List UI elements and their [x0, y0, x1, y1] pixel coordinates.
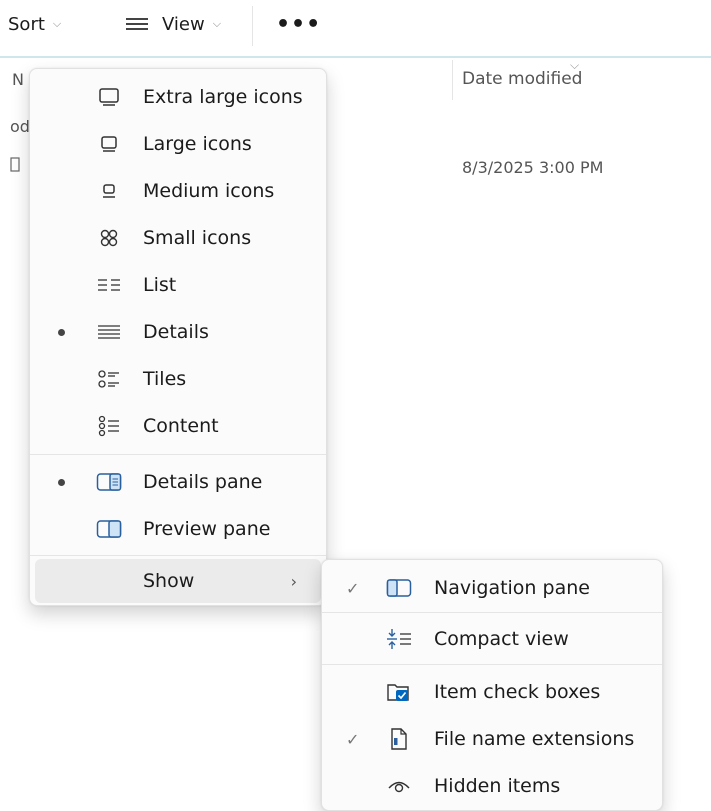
chevron-down-icon: ⌵	[212, 17, 222, 30]
menu-separator	[30, 454, 326, 455]
menu-item-extra-large-icons[interactable]: Extra large icons	[30, 75, 326, 119]
file-icon	[10, 157, 20, 173]
menu-item-label: List	[143, 274, 177, 296]
menu-item-preview-pane[interactable]: Preview pane	[30, 507, 326, 551]
menu-item-file-name-extensions[interactable]: ✓ File name extensions	[322, 717, 662, 761]
view-button[interactable]: View ⌵	[126, 8, 221, 40]
row-name-fragment: od	[10, 117, 30, 136]
menu-item-label: Item check boxes	[434, 681, 601, 703]
name-column-fragment: N	[12, 70, 24, 89]
menu-item-label: Hidden items	[434, 775, 561, 797]
tiles-icon	[96, 366, 122, 392]
view-menu: Extra large icons Large icons Medium ico…	[29, 68, 327, 606]
more-options-button[interactable]: •••	[276, 8, 321, 40]
selected-bullet-icon	[58, 478, 65, 486]
menu-item-label: Show	[143, 570, 195, 592]
menu-item-large-icons[interactable]: Large icons	[30, 122, 326, 166]
monitor-m-icon	[96, 178, 122, 204]
menu-item-label: Navigation pane	[434, 577, 590, 599]
menu-item-label: Large icons	[143, 133, 252, 155]
menu-item-label: Small icons	[143, 227, 252, 249]
menu-item-details[interactable]: Details	[30, 310, 326, 354]
more-icon: •••	[276, 11, 322, 37]
preview-pane-icon	[96, 516, 122, 542]
menu-item-show[interactable]: Show ›	[35, 559, 321, 603]
item-checkbox-icon	[386, 679, 412, 705]
checkmark-icon: ✓	[346, 578, 360, 598]
date-modified-column-header[interactable]: Date modified	[462, 69, 582, 89]
selected-bullet-icon	[58, 328, 65, 336]
menu-item-hidden-items[interactable]: Hidden items	[322, 764, 662, 808]
menu-item-label: Tiles	[143, 368, 187, 390]
view-details-icon	[126, 17, 148, 31]
toolbar-divider	[252, 6, 253, 46]
list-columns-icon	[96, 272, 122, 298]
menu-item-label: Details	[143, 321, 209, 343]
menu-item-tiles[interactable]: Tiles	[30, 357, 326, 401]
details-lines-icon	[96, 319, 122, 345]
menu-separator	[322, 664, 662, 665]
menu-item-content[interactable]: Content	[30, 404, 326, 448]
menu-item-navigation-pane[interactable]: ✓ Navigation pane	[322, 566, 662, 610]
content-icon	[96, 413, 122, 439]
show-submenu: ✓ Navigation pane Compact view Item chec…	[321, 559, 663, 811]
file-extension-icon	[386, 726, 412, 752]
compact-view-icon	[386, 626, 412, 652]
menu-item-label: File name extensions	[434, 728, 635, 750]
menu-separator	[322, 612, 662, 613]
row-date-modified: 8/3/2025 3:00 PM	[462, 158, 604, 177]
menu-item-details-pane[interactable]: Details pane	[30, 460, 326, 504]
menu-item-label: Extra large icons	[143, 86, 303, 108]
menu-item-list[interactable]: List	[30, 263, 326, 307]
command-bar: Sort ⌵ View ⌵ •••	[0, 0, 711, 56]
menu-item-compact-view[interactable]: Compact view	[322, 617, 662, 661]
menu-item-label: Medium icons	[143, 180, 275, 202]
menu-item-label: Preview pane	[143, 518, 271, 540]
menu-item-small-icons[interactable]: Small icons	[30, 216, 326, 260]
monitor-l-icon	[96, 131, 122, 157]
chevron-right-icon: ›	[290, 571, 297, 591]
checkmark-icon: ✓	[346, 729, 360, 749]
chevron-down-icon: ⌵	[52, 17, 62, 30]
eye-icon	[386, 773, 412, 799]
menu-item-medium-icons[interactable]: Medium icons	[30, 169, 326, 213]
monitor-xl-icon	[96, 84, 122, 110]
menu-item-label: Content	[143, 415, 219, 437]
toolbar-divider-line	[0, 56, 711, 58]
grid-icon	[96, 225, 122, 251]
menu-item-item-check-boxes[interactable]: Item check boxes	[322, 670, 662, 714]
menu-item-label: Compact view	[434, 628, 569, 650]
view-label: View	[162, 13, 205, 35]
details-pane-icon	[96, 469, 122, 495]
navigation-pane-icon	[386, 575, 412, 601]
column-divider	[452, 60, 453, 100]
sort-label: Sort	[8, 13, 45, 35]
menu-item-label: Details pane	[143, 471, 263, 493]
sort-button[interactable]: Sort ⌵	[8, 8, 61, 40]
menu-separator	[30, 555, 326, 556]
